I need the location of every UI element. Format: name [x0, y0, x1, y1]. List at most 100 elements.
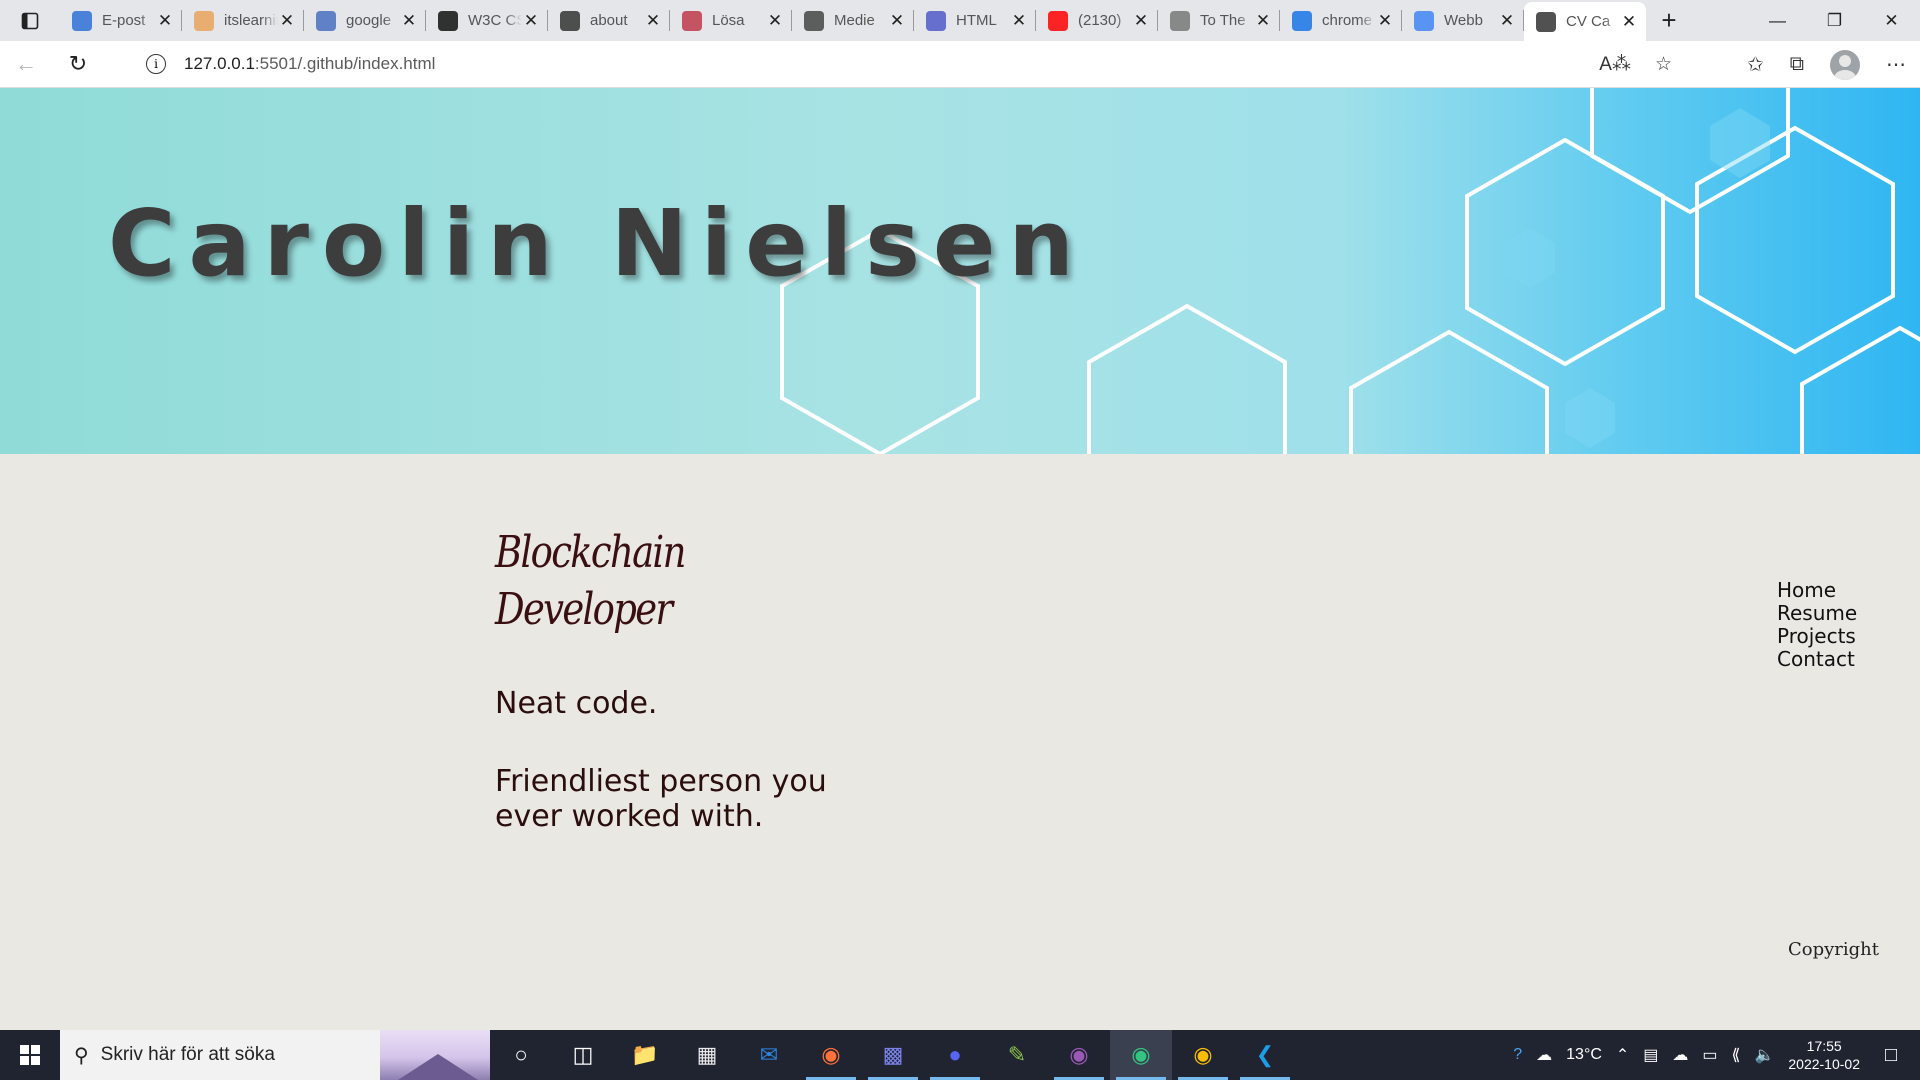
- browser-tab[interactable]: google ✕: [304, 0, 426, 41]
- search-icon: [1292, 10, 1312, 31]
- browser-tab[interactable]: W3C CSS✕: [426, 0, 548, 41]
- browser-tab[interactable]: Webb ✕: [1402, 0, 1524, 41]
- nav-link-projects[interactable]: Projects: [1777, 625, 1857, 648]
- url-path: :5501/.github/index.html: [254, 54, 436, 73]
- clock[interactable]: 17:55 2022-10-02: [1788, 1037, 1860, 1073]
- site-title: Carolin Nielsen: [108, 190, 1087, 297]
- youtube-icon: [1048, 10, 1068, 31]
- search-icon: [316, 10, 336, 31]
- page-icon: [560, 10, 580, 31]
- close-tab-icon[interactable]: ✕: [766, 11, 784, 31]
- wifi-icon[interactable]: ⟪: [1732, 1045, 1741, 1065]
- browser-tab[interactable]: Medie ✕: [792, 0, 914, 41]
- close-tab-icon[interactable]: ✕: [888, 11, 906, 31]
- edge-icon[interactable]: ◉: [1110, 1030, 1172, 1080]
- browser-tab[interactable]: Lösa ✕: [670, 0, 792, 41]
- close-tab-icon[interactable]: ✕: [1376, 11, 1394, 31]
- volume-icon[interactable]: 🔈: [1754, 1045, 1774, 1065]
- browser-tab[interactable]: chrome ✕: [1280, 0, 1402, 41]
- discord-icon[interactable]: ●: [924, 1030, 986, 1080]
- teams-icon[interactable]: ▩: [862, 1030, 924, 1080]
- nav-link-contact[interactable]: Contact: [1777, 648, 1857, 671]
- weather-temp[interactable]: 13°C: [1566, 1046, 1602, 1064]
- tagline-friendly: Friendliest person you ever worked with.: [495, 764, 827, 834]
- start-button[interactable]: [0, 1030, 60, 1080]
- close-tab-icon[interactable]: ✕: [278, 11, 296, 31]
- tagline-neat-code: Neat code.: [495, 686, 658, 721]
- profile-avatar[interactable]: [1830, 49, 1860, 80]
- microsoft-store-icon[interactable]: ▦: [676, 1030, 738, 1080]
- nav-link-resume[interactable]: Resume: [1777, 602, 1857, 625]
- file-explorer-icon[interactable]: 📁: [614, 1030, 676, 1080]
- tab-title: To The: [1200, 12, 1246, 29]
- site-header-banner: Carolin Nielsen: [0, 88, 1920, 454]
- window-controls: — ❐ ✕: [1749, 0, 1920, 41]
- favorites-icon[interactable]: ✩: [1747, 52, 1764, 77]
- firefox-icon[interactable]: ◉: [800, 1030, 862, 1080]
- page-icon: [1536, 11, 1556, 32]
- browser-tab[interactable]: To The ✕: [1158, 0, 1280, 41]
- close-tab-icon[interactable]: ✕: [1498, 11, 1516, 31]
- browser-tab[interactable]: E-post ✕: [60, 0, 182, 41]
- nav-link-home[interactable]: Home: [1777, 579, 1857, 602]
- collections-icon[interactable]: ⧉: [1790, 53, 1804, 76]
- new-tab-button[interactable]: +: [1646, 0, 1692, 41]
- minimize-button[interactable]: —: [1749, 0, 1806, 41]
- browser-tab[interactable]: about ✕: [548, 0, 670, 41]
- browser-tab[interactable]: CV Ca ✕: [1524, 2, 1646, 41]
- close-tab-icon[interactable]: ✕: [1254, 11, 1272, 31]
- show-hidden-icons-icon[interactable]: ⌃: [1616, 1045, 1629, 1065]
- notifications-icon[interactable]: □: [1874, 1044, 1908, 1067]
- weather-icon[interactable]: ☁: [1536, 1045, 1552, 1065]
- tab-title: CV Ca: [1566, 13, 1611, 30]
- tab-title: Medie: [834, 12, 875, 29]
- task-view-icon[interactable]: ◫: [552, 1030, 614, 1080]
- browser-tab[interactable]: itslearning✕: [182, 0, 304, 41]
- tab-title: about: [590, 12, 628, 29]
- job-title-line: Blockchain: [495, 527, 686, 578]
- maximize-button[interactable]: ❐: [1806, 0, 1863, 41]
- tab-title: google: [346, 12, 392, 29]
- url-text[interactable]: 127.0.0.1:5501/.github/index.html: [184, 54, 435, 74]
- chrome-icon[interactable]: ◉: [1172, 1030, 1234, 1080]
- battery-icon[interactable]: ▭: [1702, 1045, 1717, 1065]
- pin-icon: [682, 10, 702, 31]
- device-icon[interactable]: ▤: [1643, 1045, 1658, 1065]
- close-tab-icon[interactable]: ✕: [644, 11, 662, 31]
- more-menu-icon[interactable]: ⋯: [1886, 52, 1906, 77]
- close-tab-icon[interactable]: ✕: [400, 11, 418, 31]
- github-desktop-icon[interactable]: ◉: [1048, 1030, 1110, 1080]
- browser-tab[interactable]: HTML ✕: [914, 0, 1036, 41]
- close-window-button[interactable]: ✕: [1863, 0, 1920, 41]
- onedrive-icon[interactable]: ☁: [1672, 1045, 1688, 1065]
- address-bar[interactable]: i 127.0.0.1:5501/.github/index.html A⁂ ☆: [124, 45, 1684, 83]
- tab-title: HTML: [956, 12, 997, 29]
- job-title-line: Developer: [495, 584, 673, 635]
- itslearning-icon: [194, 10, 214, 31]
- close-tab-icon[interactable]: ✕: [1132, 11, 1150, 31]
- main-content: Blockchain Developer Neat code. Friendli…: [0, 454, 1920, 1030]
- browser-tab[interactable]: (2130) ✕: [1036, 0, 1158, 41]
- close-tab-icon[interactable]: ✕: [1620, 12, 1638, 32]
- page-icon: [1170, 10, 1190, 31]
- vscode-icon[interactable]: ❮: [1234, 1030, 1296, 1080]
- tab-actions-button[interactable]: [0, 0, 60, 41]
- mail-icon[interactable]: ✉: [738, 1030, 800, 1080]
- close-tab-icon[interactable]: ✕: [1010, 11, 1028, 31]
- back-button[interactable]: ←: [0, 51, 52, 77]
- reload-button[interactable]: ↻: [52, 51, 104, 77]
- windows-taskbar: ⚲ Skriv här för att söka ○ ◫ 📁 ▦ ✉ ◉ ▩ ●…: [0, 1030, 1920, 1080]
- tab-title: Webb: [1444, 12, 1483, 29]
- site-info-icon[interactable]: i: [146, 54, 166, 74]
- outlook-icon: [72, 10, 92, 31]
- add-favorite-icon[interactable]: ☆: [1655, 53, 1672, 76]
- close-tab-icon[interactable]: ✕: [156, 11, 174, 31]
- help-icon[interactable]: ?: [1513, 1046, 1522, 1064]
- read-aloud-icon[interactable]: A⁂: [1599, 53, 1631, 76]
- cortana-icon[interactable]: ○: [490, 1030, 552, 1080]
- tab-title: E-post: [102, 12, 146, 29]
- taskbar-search[interactable]: ⚲ Skriv här för att söka: [60, 1030, 490, 1080]
- close-tab-icon[interactable]: ✕: [522, 11, 540, 31]
- notepad-icon[interactable]: ✎: [986, 1030, 1048, 1080]
- tab-actions-icon: [21, 12, 39, 29]
